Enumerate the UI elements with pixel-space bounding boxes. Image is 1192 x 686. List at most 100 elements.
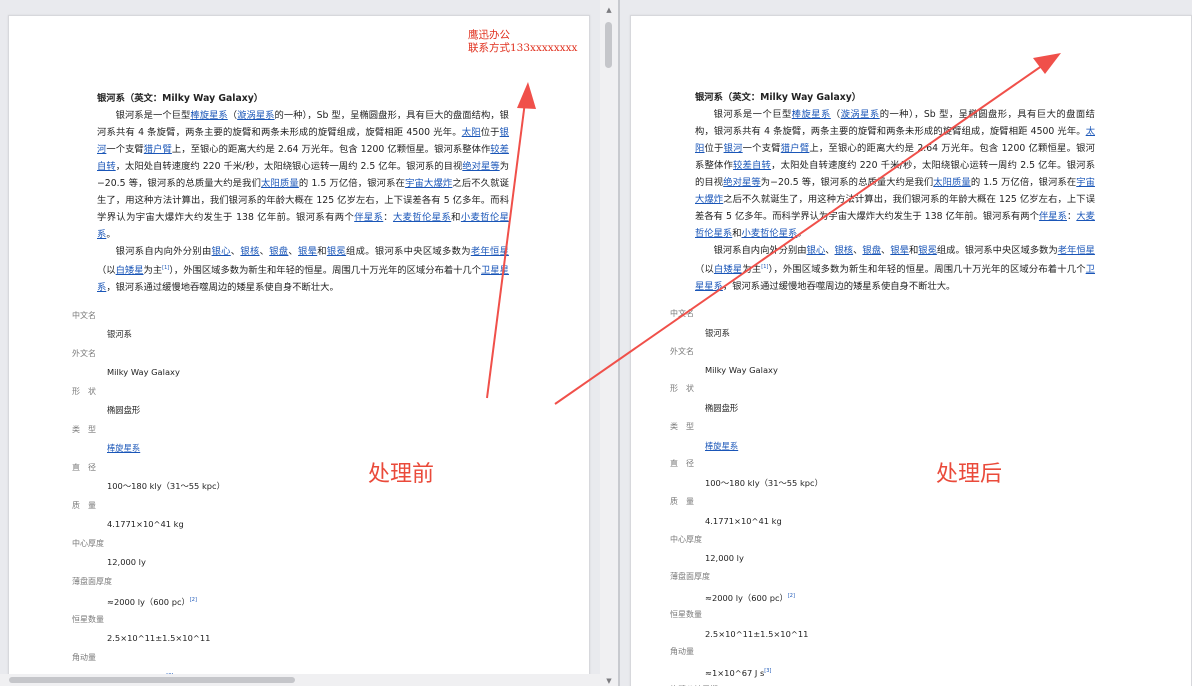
- watermark-line2: 联系方式133xxxxxxxx: [468, 42, 578, 54]
- property-value: 4.1771×10^41 kg: [107, 519, 184, 530]
- text-run: 位于: [480, 127, 500, 138]
- hyperlink[interactable]: 老年恒星: [471, 246, 509, 257]
- property-label: 中心厚度: [670, 534, 702, 544]
- paragraph-1: 银河系是一个巨型棒旋星系（漩涡星系的一种），Sb 型，呈椭圆盘形，具有巨大的盘面…: [695, 106, 1095, 242]
- hyperlink[interactable]: 较差自转: [733, 160, 771, 171]
- hyperlink[interactable]: 宇宙大爆炸: [405, 178, 452, 189]
- property-value: 银河系: [705, 327, 730, 338]
- property-value: 2.5×10^11±1.5×10^11: [705, 628, 809, 639]
- hyperlink[interactable]: 银核: [835, 245, 854, 256]
- hyperlink[interactable]: 白矮星: [714, 264, 742, 275]
- property-label: 直 径: [72, 463, 96, 473]
- hyperlink[interactable]: 太阳质量: [933, 177, 971, 188]
- hyperlink[interactable]: 绝对星等: [723, 177, 761, 188]
- hyperlink[interactable]: 银晕: [890, 245, 909, 256]
- text-run: （以: [97, 265, 116, 277]
- text-run: 、: [259, 246, 270, 257]
- document-title: 银河系（英文：Milky Way Galaxy）: [97, 93, 264, 104]
- hyperlink[interactable]: 老年恒星: [1058, 245, 1095, 256]
- hyperlink[interactable]: 棒旋星系: [190, 110, 227, 121]
- text-run: 的 1.5 万亿倍，银河系在: [298, 178, 406, 189]
- hyperlink[interactable]: 银晕: [298, 246, 317, 257]
- text-run: 的 1.5 万亿倍，银河系在: [970, 177, 1077, 188]
- hyperlink[interactable]: 银盘: [269, 246, 288, 257]
- hyperlink[interactable]: 棒旋星系: [792, 109, 831, 120]
- text-run: 。: [797, 228, 807, 239]
- scroll-down-icon[interactable]: ▼: [604, 676, 614, 686]
- property-label: 角动量: [670, 647, 694, 657]
- hyperlink[interactable]: 太阳质量: [261, 178, 299, 189]
- hyperlink[interactable]: 太阳: [462, 127, 481, 138]
- text-run: ，太阳处自转速度约 220 千米/秒，太阳绕银心运转一周约 2.5 亿年。银河系…: [115, 161, 463, 172]
- property-value: 100～180 kly（31～55 kpc）: [705, 478, 823, 489]
- hyperlink[interactable]: 棒旋星系: [705, 441, 738, 451]
- hyperlink[interactable]: 猎户臂: [144, 144, 172, 155]
- property-value: 2.5×10^11±1.5×10^11: [107, 633, 211, 644]
- hyperlink[interactable]: 棒旋星系: [107, 443, 140, 453]
- property-label: 外文名: [72, 349, 96, 359]
- hyperlink[interactable]: 银盘: [862, 245, 881, 256]
- text-run: 和: [908, 245, 919, 256]
- text-run: 一个支臂: [106, 144, 144, 155]
- property-label: 恒星数量: [72, 615, 104, 625]
- property-label: 旋臂公转周期: [670, 681, 1095, 686]
- paragraph-1: 银河系是一个巨型棒旋星系（漩涡星系的一种），Sb 型，呈椭圆盘形，具有巨大的盘面…: [97, 107, 509, 243]
- hyperlink[interactable]: 猎户臂: [781, 143, 810, 154]
- hyperlink[interactable]: 银冕: [327, 246, 346, 257]
- hyperlink[interactable]: 大麦哲伦星系: [393, 212, 451, 223]
- horizontal-scrollbar[interactable]: [0, 674, 600, 686]
- text-run: ，银河系通过缓慢地吞噬周边的矮星系使自身不断壮大。: [106, 282, 339, 294]
- property-label: 恒星数量: [670, 609, 702, 619]
- hyperlink[interactable]: 银核: [240, 246, 259, 257]
- horizontal-scroll-thumb[interactable]: [9, 677, 295, 683]
- text-run: 和: [732, 228, 742, 239]
- document-pane-after[interactable]: 银河系（英文：Milky Way Galaxy） 银河系是一个巨型棒旋星系（漩涡…: [620, 0, 1192, 686]
- paragraph-2: 银河系自内向外分别由银心、银核、银盘、银晕和银冕组成。银河系中央区域多数为老年恒…: [97, 243, 509, 296]
- text-run: （: [830, 109, 841, 120]
- property-list: 中文名 银河系 外文名 Milky Way Galaxy 形 状椭圆盘形类 型棒旋星系直…: [72, 306, 509, 686]
- hyperlink[interactable]: 银心: [807, 245, 826, 256]
- property-label: 形 状: [72, 387, 96, 397]
- text-run: 银河系是一个巨型: [115, 110, 191, 121]
- property-value: Milky Way Galaxy: [705, 365, 778, 376]
- property-value: 4.1771×10^41 kg: [705, 515, 782, 526]
- property-label: 质 量: [670, 497, 694, 507]
- hyperlink[interactable]: 漩涡星系: [841, 109, 880, 120]
- text-run: 位于: [704, 143, 724, 154]
- hyperlink[interactable]: 漩涡星系: [237, 110, 274, 121]
- text-run: （以: [695, 264, 714, 276]
- document-body: 银河系（英文：Milky Way Galaxy） 银河系是一个巨型棒旋星系（漩涡…: [72, 90, 509, 686]
- hyperlink[interactable]: 伴星系: [1039, 211, 1067, 222]
- hyperlink[interactable]: 银冕: [918, 245, 937, 256]
- paragraph-2: 银河系自内向外分别由银心、银核、银盘、银晕和银冕组成。银河系中央区域多数为老年恒…: [695, 242, 1095, 295]
- hyperlink[interactable]: 小麦哲伦星系: [742, 228, 798, 239]
- document-title: 银河系（英文：Milky Way Galaxy）: [695, 92, 862, 103]
- text-run: 组成。银河系中央区域多数为: [346, 246, 471, 257]
- property-label: 类 型: [72, 425, 96, 435]
- hyperlink[interactable]: 白矮星: [116, 265, 144, 276]
- property-value: 椭圆盘形: [107, 405, 141, 416]
- text-run: 之后不久就诞生了，用这种方法计算出，我们银河系的年龄大概在 125 亿岁左右，上…: [695, 194, 1095, 222]
- property-value: 12,000 ly: [705, 553, 744, 564]
- reference-marker[interactable]: [3]: [764, 668, 771, 674]
- vertical-scrollbar[interactable]: ▲ ▼: [600, 0, 618, 686]
- property-value: 12,000 ly: [107, 557, 146, 568]
- property-label: 中心厚度: [72, 539, 104, 549]
- text-run: 、: [288, 246, 299, 257]
- hyperlink[interactable]: 银河: [724, 143, 743, 154]
- label-before: 处理前: [368, 462, 435, 487]
- document-pane-before[interactable]: 鹰迅办公 联系方式133xxxxxxxx 银河系（英文：Milky Way Ga…: [0, 0, 620, 686]
- hyperlink[interactable]: 银心: [212, 246, 231, 257]
- property-value: 100～180 kly（31～55 kpc）: [107, 481, 225, 492]
- vertical-scroll-thumb[interactable]: [605, 22, 612, 68]
- property-label: 中文名: [670, 309, 694, 319]
- hyperlink[interactable]: 绝对星等: [462, 161, 499, 172]
- property-label: 形 状: [670, 384, 694, 394]
- reference-marker[interactable]: [2]: [190, 597, 197, 603]
- property-label: 薄盘面厚度: [670, 572, 710, 582]
- reference-marker[interactable]: [2]: [788, 593, 795, 599]
- text-run: ），外围区域多数为新生和年轻的恒星。周围几十万光年的区域分布着十几个: [169, 265, 482, 277]
- scroll-up-icon[interactable]: ▲: [604, 5, 614, 15]
- hyperlink[interactable]: 伴星系: [354, 212, 383, 223]
- text-run: 、: [825, 245, 835, 256]
